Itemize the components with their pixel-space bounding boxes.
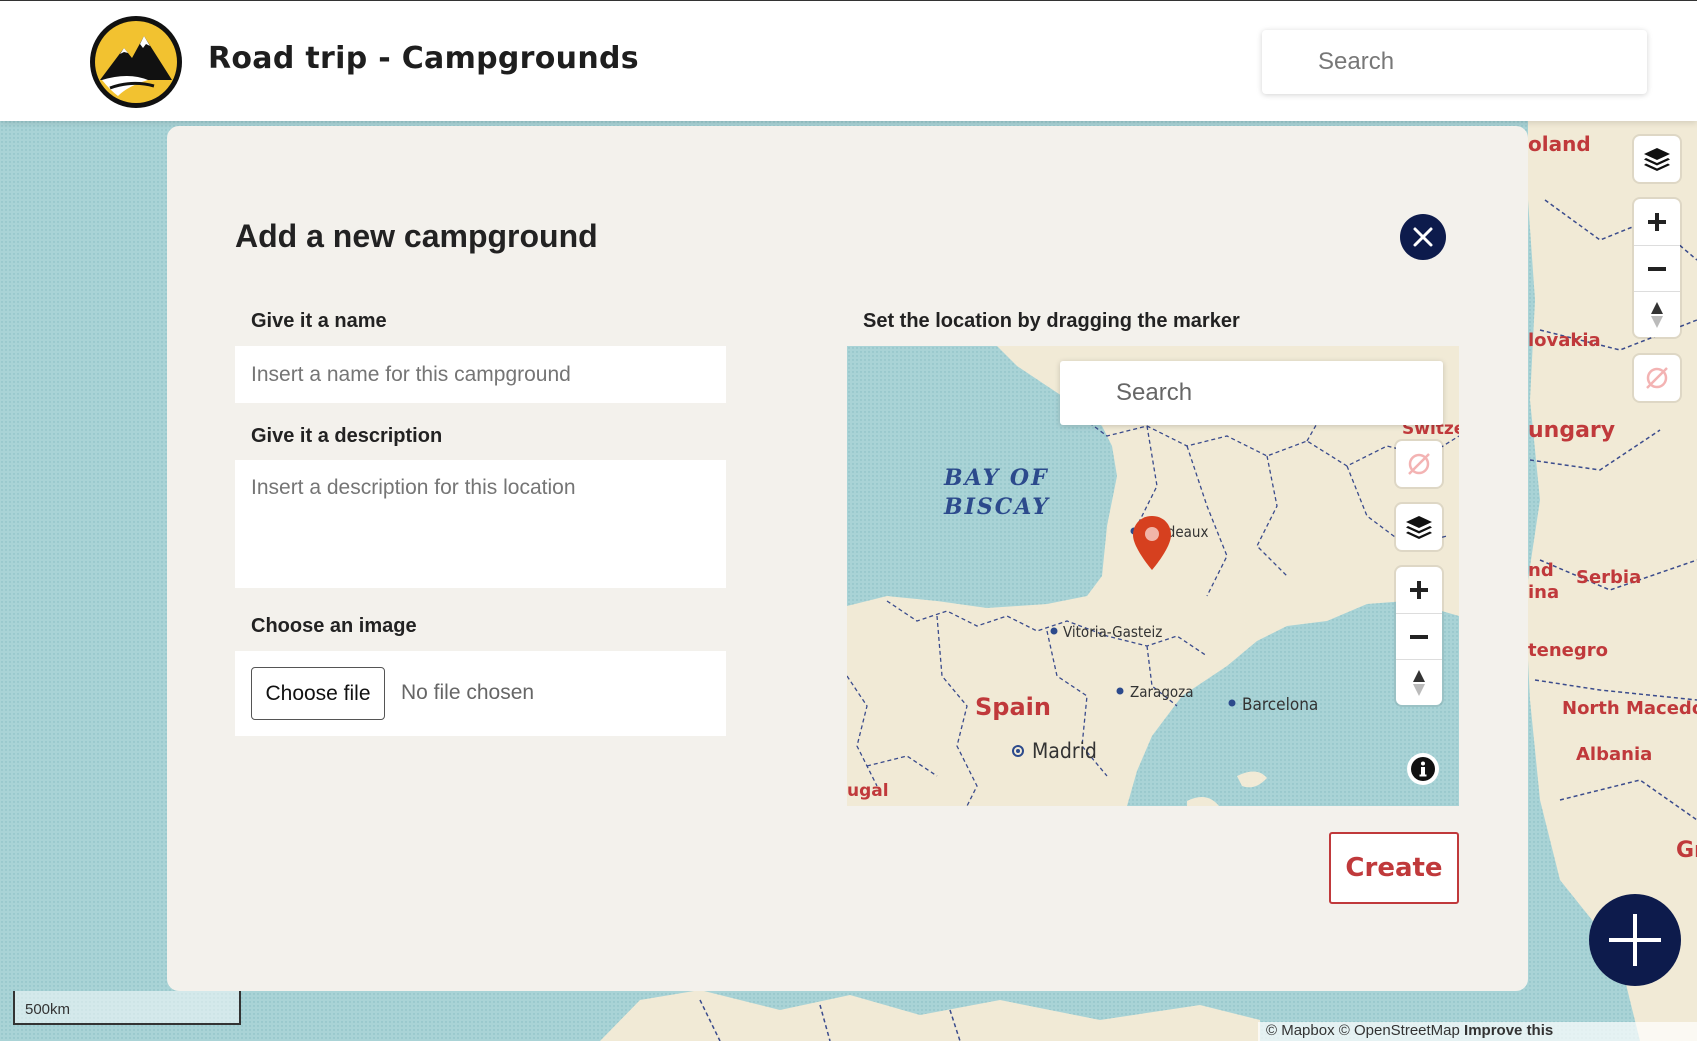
zoom-out-button[interactable] [1634,245,1680,291]
city-label-vitoria-gasteiz: Vitoria-Gasteiz [1063,623,1163,641]
sea-label-line-2: BISCAY [944,494,1050,520]
layers-button[interactable] [1634,136,1680,182]
zoom-out-icon [1410,634,1428,639]
mini-zoom-in-button[interactable] [1396,567,1442,613]
description-label: Give it a description [251,425,443,447]
geolocate-control [1634,355,1680,401]
image-label: Choose an image [251,615,417,637]
create-button[interactable]: Create [1329,832,1459,904]
add-campground-modal: Add a new campground Give it a name Give… [167,126,1528,991]
map-label-north-macedonia: North Macedon [1562,698,1697,719]
location-picker-map[interactable]: BAY OF BISCAY Bordeaux Vitoria-Gasteiz Z… [847,346,1459,806]
no-file-status: No file chosen [401,681,535,704]
map-attribution: © Mapbox © OpenStreetMap Improve this [1258,1022,1697,1041]
country-label-spain: Spain [975,693,1051,721]
geolocate-button[interactable] [1634,355,1680,401]
sea-label-bay-of-biscay: BAY OF BISCAY [944,464,1050,522]
map-label-hungary: ungary [1528,418,1616,443]
info-icon [1411,757,1435,781]
sea-label-line-1: BAY OF [944,465,1049,491]
layers-icon [1644,148,1670,171]
map-label-poland: oland [1528,132,1591,156]
mini-map-search-input[interactable] [1060,361,1443,425]
map-label-montenegro: tenegro [1528,640,1608,661]
location-label: Set the location by dragging the marker [863,310,1240,332]
improve-map-link[interactable]: Improve this [1464,1022,1553,1039]
map-label-slovakia: lovakia [1528,330,1601,351]
mini-compass-button[interactable] [1396,659,1442,705]
close-icon [1413,227,1433,247]
campground-description-input[interactable] [235,460,726,588]
plus-icon [1609,914,1661,966]
map-label-albania: Albania [1576,744,1653,765]
mini-geolocate-button[interactable] [1396,441,1442,487]
header-search-input[interactable] [1262,30,1647,94]
geolocate-disabled-icon [1408,453,1430,475]
mini-zoom-out-button[interactable] [1396,613,1442,659]
choose-file-button[interactable]: Choose file [251,667,385,720]
image-file-input: Choose file No file chosen [235,651,726,736]
compass-icon [1413,669,1425,696]
city-label-barcelona: Barcelona [1242,695,1319,715]
attribution-text: © Mapbox © OpenStreetMap [1266,1022,1460,1039]
mini-layers-button[interactable] [1396,504,1442,550]
app-header: Road trip - Campgrounds [0,0,1697,121]
attribution-info-button[interactable] [1407,753,1439,785]
map-marker-icon[interactable] [1131,514,1173,572]
layers-control [1634,136,1680,182]
zoom-in-button[interactable] [1634,199,1680,245]
app-title: Road trip - Campgrounds [208,41,639,76]
map-scale: 500km [13,991,241,1025]
map-label-greece: Gr [1676,838,1697,863]
mini-layers-control [1396,504,1442,550]
add-campground-button[interactable] [1589,894,1681,986]
navigation-control [1634,199,1680,337]
compass-button[interactable] [1634,291,1680,337]
modal-title: Add a new campground [235,218,598,254]
close-modal-button[interactable] [1400,214,1446,260]
map-label-bosnia-2: ina [1528,582,1560,603]
zoom-in-icon [1648,213,1666,231]
geolocate-disabled-icon [1646,367,1668,389]
name-label: Give it a name [251,310,387,332]
map-label-serbia: Serbia [1576,567,1642,588]
city-label-madrid: Madrid [1032,739,1097,763]
compass-icon [1651,301,1663,328]
mini-geolocate-control [1396,441,1442,487]
campground-name-input[interactable] [235,346,726,403]
zoom-in-icon [1410,581,1428,599]
country-label-portugal: ugal [847,781,889,801]
map-label-bosnia-1: nd [1528,560,1554,581]
layers-icon [1406,516,1432,539]
zoom-out-icon [1648,266,1666,271]
logo-mountain-icon[interactable] [88,14,184,110]
city-label-zaragoza: Zaragoza [1130,683,1194,701]
mini-navigation-control [1396,567,1442,705]
